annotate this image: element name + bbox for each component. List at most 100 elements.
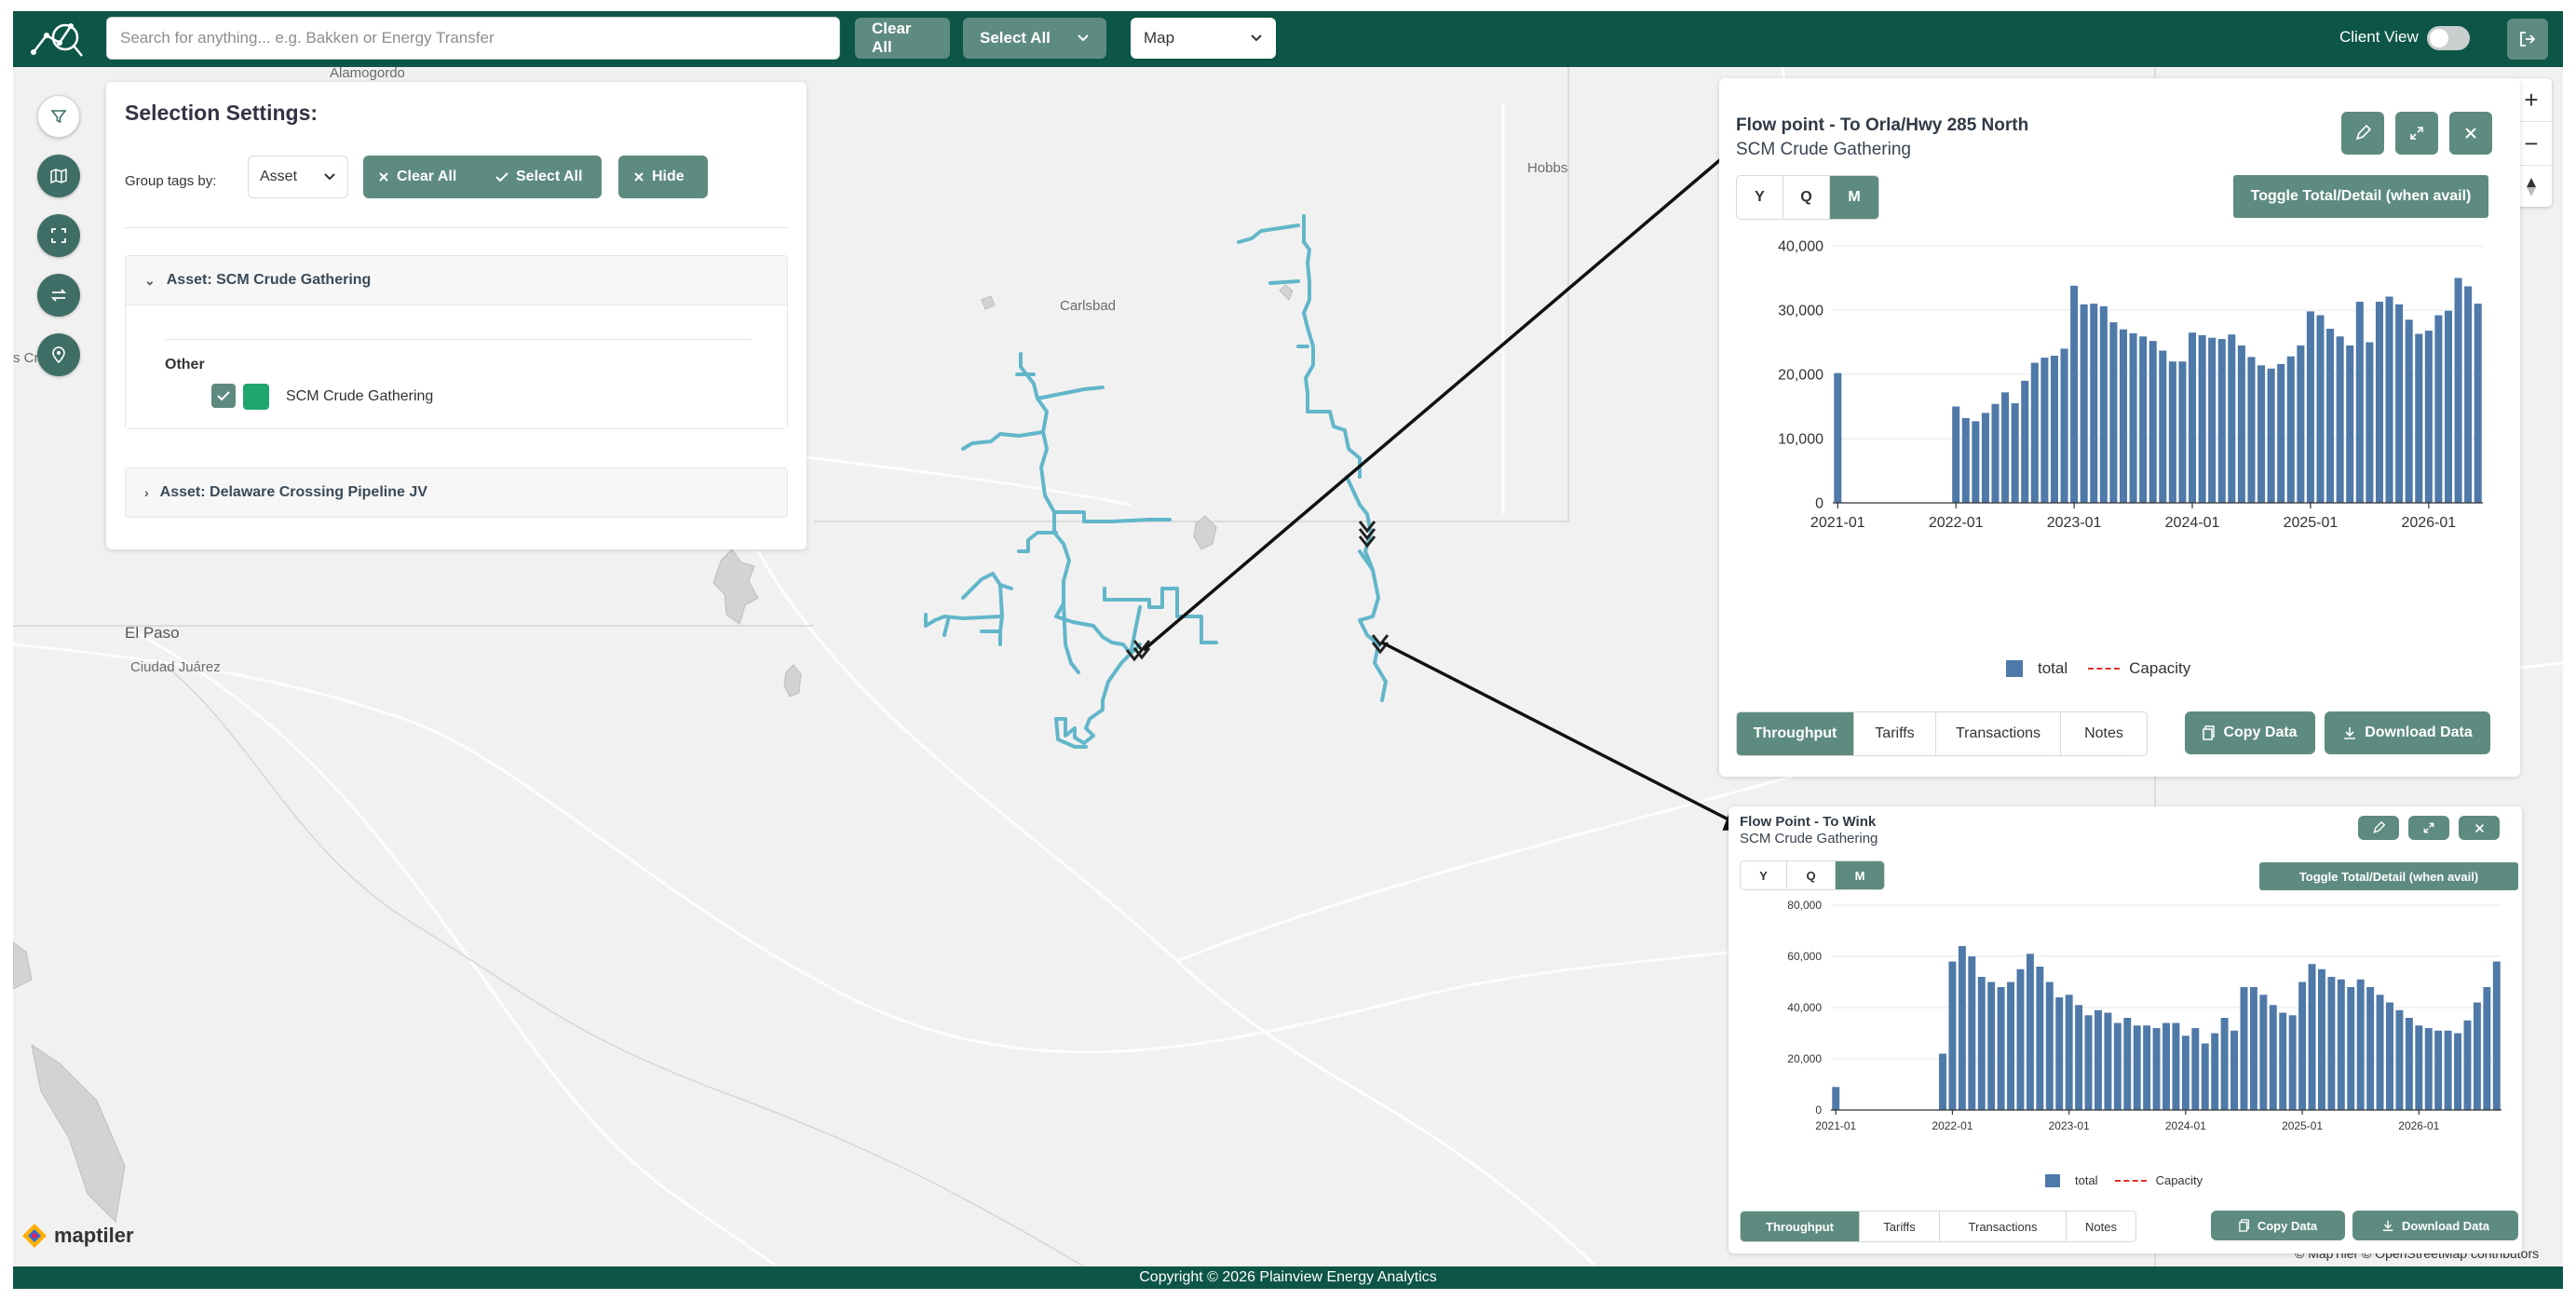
bar[interactable] <box>2269 1005 2277 1110</box>
bar[interactable] <box>2247 357 2256 503</box>
asset-checkbox[interactable] <box>211 384 236 408</box>
tab-notes[interactable]: Notes <box>2067 1212 2135 1241</box>
bar[interactable] <box>2347 987 2355 1110</box>
bar[interactable] <box>2139 336 2148 503</box>
bar[interactable] <box>1977 977 1986 1110</box>
bar[interactable] <box>2337 979 2345 1110</box>
select-all-dropdown[interactable]: Select All <box>963 18 1106 59</box>
bar[interactable] <box>2050 355 2058 503</box>
bar[interactable] <box>1832 1087 1840 1110</box>
client-view-toggle[interactable] <box>2427 26 2470 50</box>
bar[interactable] <box>2045 982 2054 1111</box>
bar[interactable] <box>2286 356 2295 503</box>
bar[interactable] <box>2094 1009 2102 1110</box>
bar[interactable] <box>2198 334 2206 503</box>
bar[interactable] <box>2316 315 2325 503</box>
fit-bounds-button[interactable] <box>37 214 80 257</box>
download-data-button[interactable]: Download Data <box>2325 711 2490 754</box>
bar[interactable] <box>2376 995 2384 1110</box>
bar[interactable] <box>2119 329 2128 503</box>
logout-button[interactable] <box>2507 19 2548 60</box>
bar[interactable] <box>1961 417 1970 503</box>
bar[interactable] <box>2405 319 2413 503</box>
bar[interactable] <box>2001 392 2010 503</box>
bar[interactable] <box>2424 331 2433 503</box>
tab-throughput[interactable]: Throughput <box>1737 712 1854 755</box>
bar[interactable] <box>2109 322 2118 503</box>
edit-button[interactable] <box>2358 816 2399 840</box>
bar[interactable] <box>2201 1043 2209 1111</box>
selection-select-all-button[interactable]: Select All <box>481 156 602 198</box>
search-input[interactable] <box>106 17 840 60</box>
bar[interactable] <box>2178 361 2187 503</box>
bar[interactable] <box>2308 964 2316 1110</box>
bar[interactable] <box>2326 329 2335 503</box>
period-year-button[interactable]: Y <box>1741 861 1787 889</box>
bar[interactable] <box>2021 380 2029 503</box>
bar[interactable] <box>2288 1015 2297 1110</box>
bar[interactable] <box>2172 1022 2180 1111</box>
asset-accordion-header[interactable]: ⌄ Asset: SCM Crude Gathering <box>126 256 787 305</box>
download-data-button[interactable]: Download Data <box>2352 1211 2518 1240</box>
bar[interactable] <box>2030 362 2039 503</box>
bar[interactable] <box>1972 421 1980 503</box>
bar[interactable] <box>2249 987 2257 1110</box>
map-layers-button[interactable] <box>37 155 80 197</box>
tab-notes[interactable]: Notes <box>2061 712 2147 755</box>
bar[interactable] <box>2355 302 2364 503</box>
group-tags-select[interactable]: Asset <box>248 156 348 198</box>
bar[interactable] <box>2011 403 2019 503</box>
asset-color-swatch[interactable] <box>243 384 269 410</box>
bar[interactable] <box>2016 968 2025 1110</box>
bar[interactable] <box>2230 1030 2239 1110</box>
bar[interactable] <box>2070 285 2079 503</box>
bar[interactable] <box>2259 995 2268 1110</box>
bar[interactable] <box>2444 310 2453 503</box>
bar[interactable] <box>2277 363 2285 503</box>
bar[interactable] <box>1834 372 1842 503</box>
tab-tariffs[interactable]: Tariffs <box>1860 1212 1940 1241</box>
bar[interactable] <box>2444 1030 2452 1110</box>
bar[interactable] <box>2055 997 2064 1110</box>
bar[interactable] <box>2099 305 2108 503</box>
bar[interactable] <box>1987 982 1996 1111</box>
bar[interactable] <box>2084 1015 2093 1110</box>
close-panel-button[interactable] <box>2459 816 2500 840</box>
bar[interactable] <box>2415 1025 2423 1110</box>
bar[interactable] <box>1968 956 1976 1110</box>
bar[interactable] <box>2217 339 2226 503</box>
bar[interactable] <box>2191 1028 2200 1110</box>
bar[interactable] <box>2356 979 2365 1110</box>
bar[interactable] <box>2143 1025 2151 1110</box>
bar[interactable] <box>2237 345 2245 503</box>
bar[interactable] <box>2007 982 2015 1111</box>
bar[interactable] <box>2026 954 2034 1110</box>
tab-tariffs[interactable]: Tariffs <box>1854 712 1936 755</box>
bar[interactable] <box>1991 403 2000 503</box>
hide-panel-button[interactable]: Hide <box>618 156 708 198</box>
period-month-button[interactable]: M <box>1836 861 1884 889</box>
bar[interactable] <box>2040 358 2049 503</box>
bar[interactable] <box>2090 304 2098 503</box>
bar[interactable] <box>1981 413 1989 503</box>
bar[interactable] <box>2395 304 2404 503</box>
bar[interactable] <box>1958 946 1966 1110</box>
expand-button[interactable] <box>2408 816 2449 840</box>
bar[interactable] <box>2036 967 2044 1110</box>
app-logo-icon[interactable] <box>28 17 93 61</box>
bar[interactable] <box>2279 1012 2287 1111</box>
bar[interactable] <box>2228 334 2236 503</box>
bar[interactable] <box>1948 961 1957 1111</box>
bar[interactable] <box>2080 304 2088 503</box>
toggle-total-detail-button[interactable]: Toggle Total/Detail (when avail) <box>2259 862 2518 890</box>
bar[interactable] <box>2149 341 2157 503</box>
bar[interactable] <box>2405 1018 2413 1110</box>
bar[interactable] <box>2240 987 2248 1110</box>
asset-accordion-header[interactable]: › Asset: Delaware Crossing Pipeline JV <box>126 468 787 517</box>
bar[interactable] <box>2473 1002 2481 1111</box>
bar[interactable] <box>2208 337 2217 503</box>
bar[interactable] <box>2434 315 2443 503</box>
bar[interactable] <box>2104 1012 2112 1111</box>
bar[interactable] <box>2395 1009 2404 1110</box>
bar[interactable] <box>2434 1030 2443 1110</box>
